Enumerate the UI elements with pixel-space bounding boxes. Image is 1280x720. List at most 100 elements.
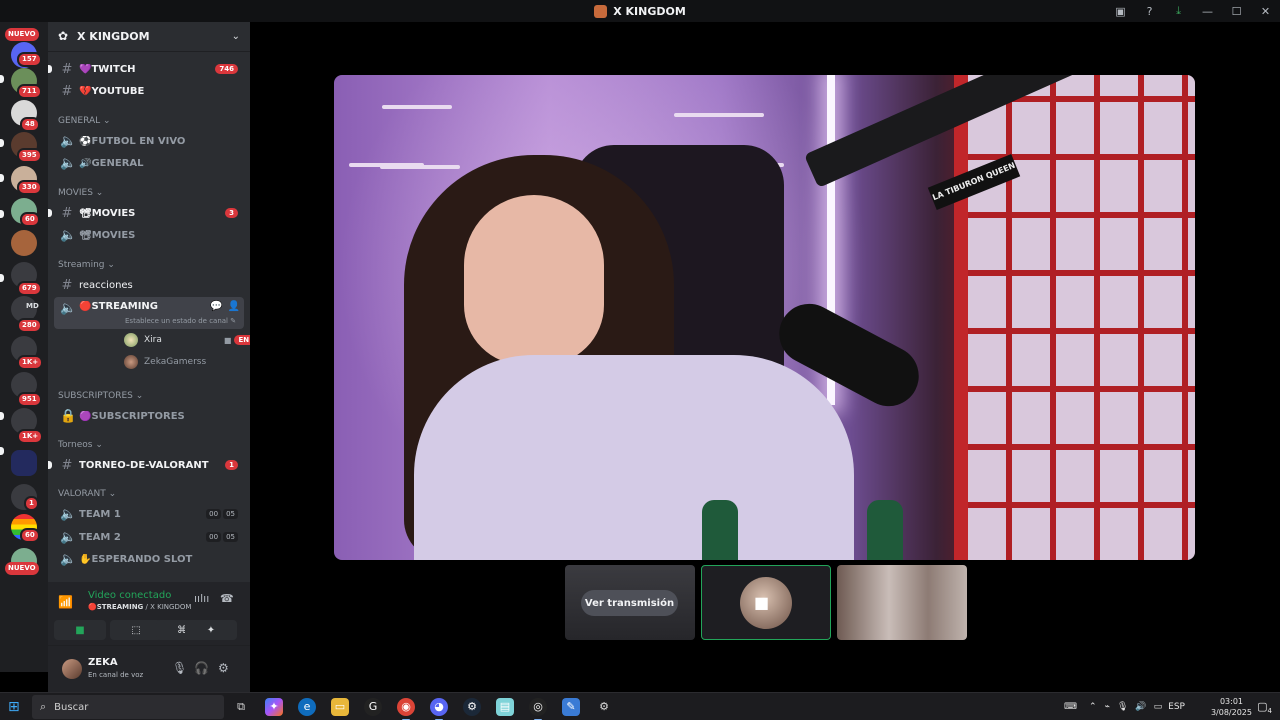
category-label: VALORANT (58, 489, 106, 499)
search-input[interactable] (54, 701, 165, 713)
channel-movies-text[interactable]: # 📽MOVIES 3 (54, 203, 244, 223)
mention-badge: 60 (20, 212, 40, 227)
shelf (349, 163, 424, 167)
channel-torneo[interactable]: # TORNEO-DE-VALORANT 1 (54, 455, 244, 475)
network-icon[interactable]: ▭ (1154, 702, 1163, 712)
notepad-icon[interactable]: ▤ (496, 698, 514, 716)
channel-esperando[interactable]: 🔈 ✋ESPERANDO SLOT (54, 549, 244, 569)
channel-reacciones[interactable]: # reacciones (54, 275, 244, 295)
channel-subscriptores[interactable]: 🔒 🟣SUBSCRIPTORES (54, 406, 244, 426)
folder-icon[interactable] (11, 450, 37, 476)
inbox-icon[interactable]: ▣ (1106, 5, 1135, 18)
category-label: Torneos (58, 440, 93, 450)
channel-movies-voice[interactable]: 🔈 📽MOVIES (54, 225, 244, 245)
settings-icon[interactable]: ⚙ (595, 698, 613, 716)
help-icon[interactable]: ? (1135, 5, 1164, 18)
discord-icon[interactable]: ◕ (430, 698, 448, 720)
invite-icon[interactable]: 👤 (228, 301, 240, 312)
channel-status[interactable]: Establece un estado de canal ✎ (125, 317, 236, 325)
copilot-icon[interactable]: ✦ (265, 698, 283, 716)
camera-icon: ■ (754, 593, 770, 612)
windows-start-icon[interactable]: ⊞ (8, 700, 20, 714)
participant-tile-stream[interactable]: Ver transmisión (565, 565, 695, 640)
voice-channel: 🔴STREAMING (88, 603, 144, 611)
watch-stream-button[interactable]: Ver transmisión (581, 590, 678, 616)
language-indicator[interactable]: ESP (1168, 702, 1185, 712)
mention-badge: 1 (24, 496, 39, 511)
channel-label: 📽MOVIES (79, 229, 136, 241)
download-icon[interactable]: ⤓ (1164, 4, 1193, 18)
category-subscriptores[interactable]: SUBSCRIPTORES ⌄ (58, 391, 143, 401)
category-valorant[interactable]: VALORANT ⌄ (58, 489, 116, 499)
chrome-icon[interactable]: ◉ (397, 698, 415, 720)
dm-label: MD (26, 302, 39, 310)
stream-video[interactable]: LA TIBURON QUEEN (334, 75, 1195, 560)
signal-icon: 📶 (58, 595, 73, 609)
channel-team2[interactable]: 🔈 TEAM 2 00 05 (54, 527, 244, 547)
category-streaming[interactable]: Streaming ⌄ (58, 260, 115, 270)
participant-tile-camera[interactable] (837, 565, 967, 640)
microphone-icon[interactable]: 🎙 (172, 661, 187, 675)
close-button[interactable]: ✕ (1251, 5, 1280, 18)
app-icon[interactable]: G (364, 698, 382, 716)
mention-badge: 746 (215, 64, 238, 74)
mention-badge: 711 (17, 84, 42, 99)
chevron-up-icon[interactable]: ⌃ (1089, 702, 1097, 712)
file-explorer-icon[interactable]: ▭ (331, 698, 349, 716)
microphone-icon[interactable]: 🎙 (1117, 702, 1128, 712)
chat-icon[interactable]: 💬 (210, 301, 222, 312)
obs-icon[interactable]: ◎ (529, 698, 547, 720)
category-torneos[interactable]: Torneos ⌄ (58, 440, 103, 450)
channel-twitch[interactable]: # 💜TWITCH 746 (54, 59, 244, 79)
voice-location[interactable]: 🔴STREAMING / X KINGDOM (88, 603, 191, 611)
channel-general[interactable]: 🔈 🔊GENERAL (54, 153, 244, 173)
usb-icon[interactable]: ⌁ (1105, 702, 1110, 712)
server-avatar[interactable] (11, 230, 37, 256)
avatar (124, 333, 138, 347)
voice-user[interactable]: Xira ■ EN DIRECTO (124, 331, 250, 349)
stream-stage: LA TIBURON QUEEN Ver transmisión ■ (250, 22, 1280, 672)
category-movies[interactable]: MOVIES ⌄ (58, 188, 103, 198)
taskbar-search[interactable]: ⌕ (32, 695, 224, 719)
streamer-shirt (414, 355, 854, 560)
participant-tile-self[interactable]: ■ (701, 565, 831, 640)
minimize-button[interactable]: — (1193, 5, 1222, 18)
channel-futbol[interactable]: 🔈 ⚽FUTBOL EN VIVO (54, 131, 244, 151)
volume-icon[interactable]: 🔊 (1135, 702, 1146, 712)
channel-label: ✋ESPERANDO SLOT (79, 553, 193, 565)
camera-button[interactable]: ■ (54, 620, 106, 640)
gear-icon[interactable]: ⚙ (218, 661, 229, 675)
disconnect-icon[interactable]: ☎ (220, 592, 234, 605)
streamer-face (464, 195, 604, 365)
voice-user-name: ZekaGamerss (144, 357, 207, 367)
category-general[interactable]: GENERAL ⌄ (58, 116, 111, 126)
shelf (674, 113, 764, 117)
task-view-icon[interactable]: ⧉ (232, 698, 250, 716)
clock[interactable]: 03:01 3/08/2025 (1211, 696, 1252, 718)
channel-youtube[interactable]: # 💔YOUTUBE (54, 81, 244, 101)
user-status: En canal de voz (88, 671, 144, 679)
paint-icon[interactable]: ✎ (562, 698, 580, 716)
hash-icon: # (61, 205, 73, 221)
avatar[interactable] (62, 659, 82, 679)
voice-user[interactable]: ZekaGamerss ■ (124, 353, 250, 371)
user-name: ZEKA (88, 657, 118, 668)
user-count: 00 (206, 509, 222, 519)
soundboard-button[interactable]: ✦ (185, 620, 237, 640)
window-controls: ▣ ? ⤓ — ☐ ✕ (1106, 0, 1280, 22)
channel-status-text: Establece un estado de canal (125, 317, 229, 325)
user-limit: 05 (223, 532, 238, 542)
maximize-button[interactable]: ☐ (1222, 5, 1251, 18)
keyboard-icon[interactable]: ⌨ (1064, 702, 1077, 712)
new-badge: NUEVO (5, 562, 39, 575)
edge-icon[interactable]: e (298, 698, 316, 716)
headphones-icon[interactable]: 🎧 (194, 661, 209, 675)
screen-share-button[interactable]: ⬚ (110, 620, 162, 640)
noise-icon[interactable]: ıılıı (194, 592, 209, 605)
notification-icon[interactable]: ▢4 (1257, 700, 1272, 715)
server-header[interactable]: ✿ X KINGDOM ⌄ (48, 22, 250, 52)
steam-icon[interactable]: ⚙ (463, 698, 481, 716)
channel-team1[interactable]: 🔈 TEAM 1 00 05 (54, 504, 244, 524)
hash-icon: # (61, 61, 73, 77)
voice-status[interactable]: Video conectado (88, 590, 171, 601)
